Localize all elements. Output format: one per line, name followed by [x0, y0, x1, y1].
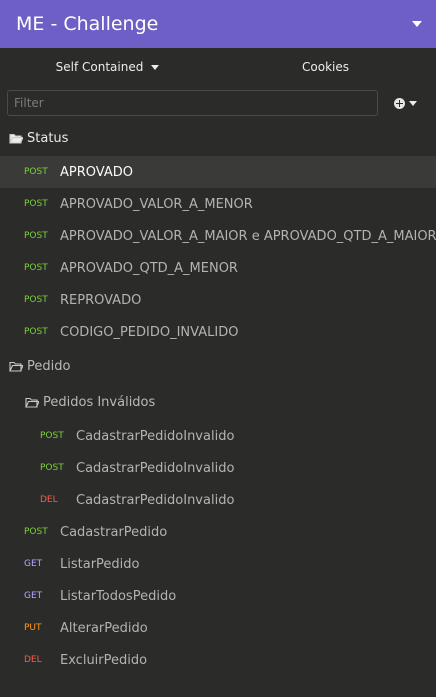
method-badge: PUT — [24, 623, 42, 633]
folder-label: Status — [27, 130, 69, 146]
method-badge: POST — [24, 199, 48, 209]
method-badge: POST — [24, 327, 48, 337]
method-badge: POST — [40, 463, 64, 473]
chevron-down-icon[interactable] — [412, 21, 422, 27]
caret-down-icon — [409, 100, 417, 106]
request-name: CadastrarPedidoInvalido — [76, 492, 235, 508]
request-item[interactable]: POST CODIGO_PEDIDO_INVALIDO — [0, 316, 436, 348]
folder-label: Pedidos Inválidos — [43, 394, 156, 410]
add-item-button[interactable] — [394, 97, 417, 109]
request-item[interactable]: DEL ExcluirPedido — [0, 644, 436, 676]
request-name: ExcluirPedido — [60, 652, 148, 668]
filter-input[interactable] — [7, 90, 378, 116]
request-item[interactable]: GET ListarPedido — [0, 548, 436, 580]
request-name: ListarTodosPedido — [60, 588, 177, 604]
method-badge: POST — [24, 263, 48, 273]
filter-row — [0, 86, 436, 120]
method-badge: POST — [40, 431, 64, 441]
request-name: APROVADO_QTD_A_MENOR — [60, 260, 238, 276]
request-name: APROVADO_VALOR_A_MAIOR e APROVADO_QTD_A_… — [60, 228, 436, 244]
request-name: CadastrarPedidoInvalido — [76, 428, 235, 444]
method-badge: DEL — [40, 495, 58, 505]
environment-label: Self Contained — [55, 60, 144, 74]
request-item[interactable]: POST CadastrarPedidoInvalido — [0, 420, 436, 452]
request-item[interactable]: PUT AlterarPedido — [0, 612, 436, 644]
request-name: APROVADO_VALOR_A_MENOR — [60, 196, 253, 212]
folder-open-icon — [9, 133, 23, 144]
workspace-header[interactable]: ME - Challenge — [0, 0, 436, 48]
method-badge: GET — [24, 559, 43, 569]
environment-selector[interactable]: Self Contained — [0, 60, 215, 74]
request-name: CODIGO_PEDIDO_INVALIDO — [60, 324, 239, 340]
request-name: ListarPedido — [60, 556, 140, 572]
folder-status[interactable]: Status — [0, 120, 436, 156]
cookies-button[interactable]: Cookies — [215, 60, 436, 74]
request-name: CadastrarPedido — [60, 524, 168, 540]
folder-label: Pedido — [27, 358, 71, 374]
method-badge: DEL — [24, 655, 42, 665]
folder-open-icon — [25, 397, 39, 408]
request-item[interactable]: POST CadastrarPedidoInvalido — [0, 452, 436, 484]
method-badge: POST — [24, 295, 48, 305]
environment-bar: Self Contained Cookies — [0, 48, 436, 86]
workspace-title: ME - Challenge — [16, 13, 159, 35]
request-name: REPROVADO — [60, 292, 142, 308]
method-badge: POST — [24, 527, 48, 537]
request-item[interactable]: DEL CadastrarPedidoInvalido — [0, 484, 436, 516]
request-item[interactable]: POST APROVADO_VALOR_A_MENOR — [0, 188, 436, 220]
caret-down-icon — [151, 64, 160, 70]
folder-pedidos-inv-lidos[interactable]: Pedidos Inválidos — [0, 384, 436, 420]
request-item[interactable]: POST APROVADO_VALOR_A_MAIOR e APROVADO_QT… — [0, 220, 436, 252]
request-item[interactable]: POST REPROVADO — [0, 284, 436, 316]
folder-open-icon — [9, 361, 23, 372]
method-badge: POST — [24, 231, 48, 241]
method-badge: POST — [24, 167, 48, 177]
request-name: CadastrarPedidoInvalido — [76, 460, 235, 476]
request-item[interactable]: POST APROVADO_QTD_A_MENOR — [0, 252, 436, 284]
method-badge: GET — [24, 591, 43, 601]
request-name: APROVADO — [60, 164, 133, 180]
request-tree: Status POST APROVADO POST APROVADO_VALOR_A_M… — [0, 120, 436, 676]
request-item[interactable]: POST CadastrarPedido — [0, 516, 436, 548]
request-item[interactable]: POST APROVADO — [0, 156, 436, 188]
request-item[interactable]: GET ListarTodosPedido — [0, 580, 436, 612]
request-name: AlterarPedido — [60, 620, 148, 636]
folder-pedido[interactable]: Pedido — [0, 348, 436, 384]
plus-circle-icon — [394, 97, 405, 109]
